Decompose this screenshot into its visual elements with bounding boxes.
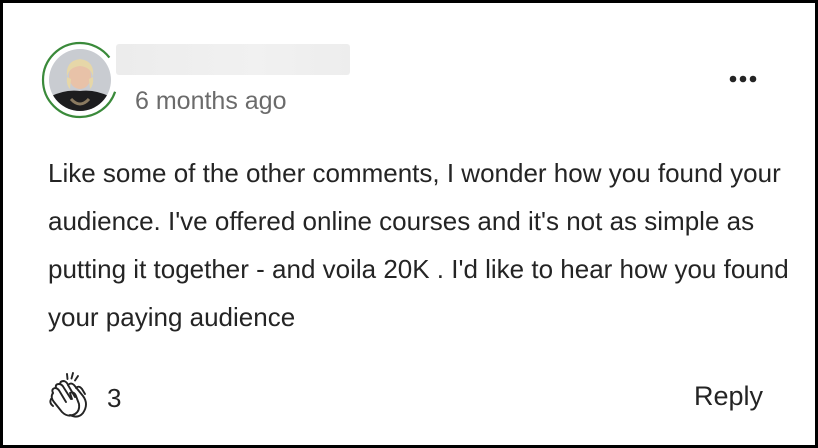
reply-button[interactable]: Reply <box>694 381 763 412</box>
author-name[interactable] <box>116 44 350 75</box>
clap-button[interactable] <box>47 371 97 421</box>
clap-count: 3 <box>107 383 122 413</box>
author-avatar[interactable] <box>41 41 119 119</box>
clap-icon <box>49 372 87 418</box>
avatar-photo <box>49 49 111 111</box>
comment-card: 6 months ago Like some of the other comm… <box>0 0 818 448</box>
comment-timestamp: 6 months ago <box>135 87 287 115</box>
comment-body: Like some of the other comments, I wonde… <box>48 158 789 332</box>
more-options-icon[interactable] <box>725 69 761 89</box>
